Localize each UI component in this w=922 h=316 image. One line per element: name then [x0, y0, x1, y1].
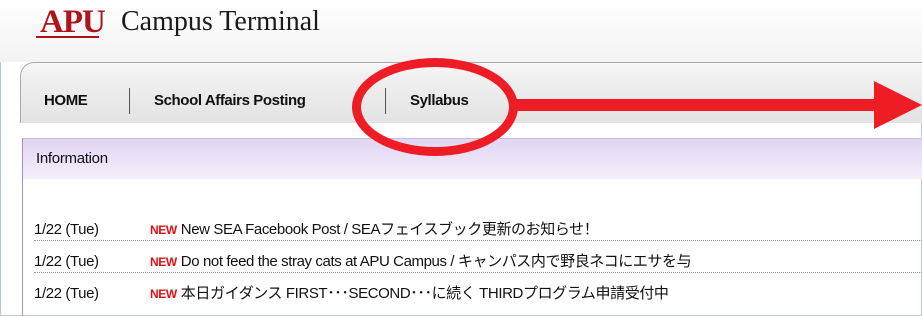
news-item: 1/22 (Tue) NEW New SEA Facebook Post / SEA…: [34, 218, 922, 241]
new-badge: NEW: [150, 223, 177, 237]
news-item: 1/22 (Tue) NEW 本日ガイダンス FIRST･･･SECOND･･･に続…: [34, 282, 922, 304]
information-title: Information: [36, 150, 108, 167]
nav-separator: [129, 88, 130, 114]
news-link[interactable]: New SEA Facebook Post / SEAフェイスブック更新のお知ら…: [181, 221, 599, 238]
site-title: Campus Terminal: [121, 6, 320, 37]
news-link[interactable]: Do not feed the stray cats at APU Campus…: [181, 253, 692, 270]
highlight-circle: [352, 58, 518, 156]
news-date: 1/22 (Tue): [34, 221, 99, 238]
new-badge: NEW: [150, 255, 177, 269]
arrow-right-icon: [874, 81, 922, 129]
news-date: 1/22 (Tue): [34, 285, 99, 302]
apu-logo[interactable]: APU: [36, 4, 106, 41]
arrow-shaft: [514, 99, 880, 111]
nav-home[interactable]: HOME: [44, 92, 88, 109]
news-date: 1/22 (Tue): [34, 253, 99, 270]
news-item: 1/22 (Tue) NEW Do not feed the stray cats …: [34, 250, 922, 273]
site-header: APU Campus Terminal: [0, 0, 922, 62]
nav-school-affairs-posting[interactable]: School Affairs Posting: [154, 92, 366, 109]
new-badge: NEW: [150, 287, 177, 301]
news-link[interactable]: 本日ガイダンス FIRST･･･SECOND･･･に続く THIRDプログラム申…: [181, 285, 669, 302]
